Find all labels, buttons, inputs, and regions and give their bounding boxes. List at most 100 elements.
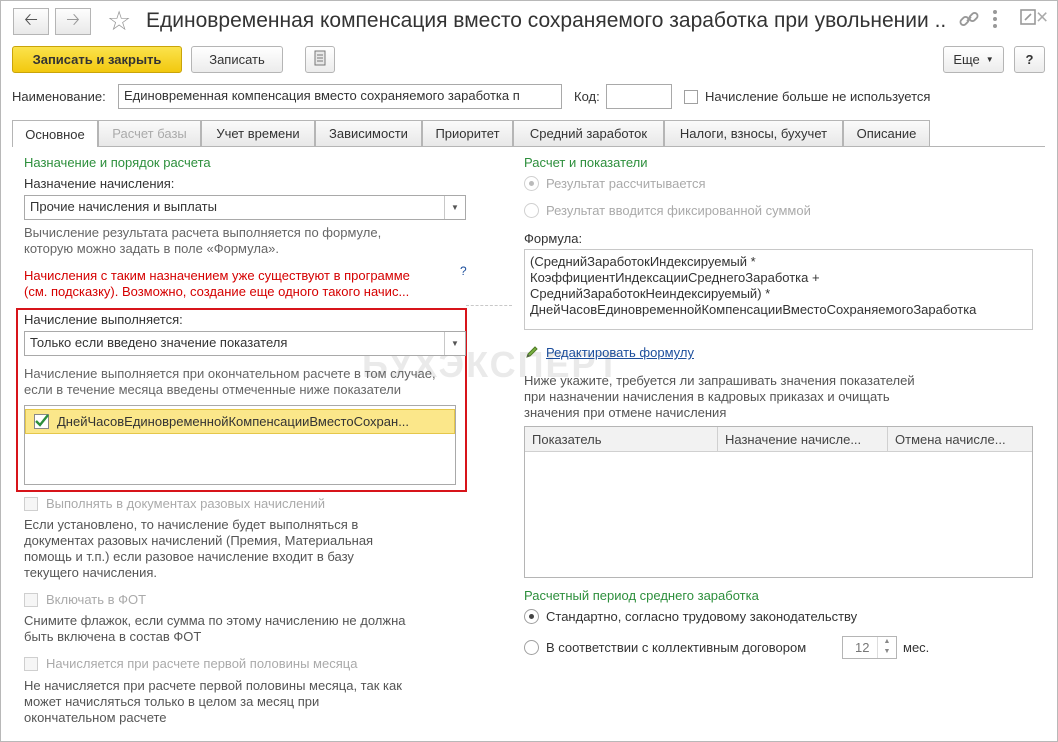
hint-line: значения при отмене начисления xyxy=(524,405,727,420)
one-time-docs-label: Выполнять в документах разовых начислени… xyxy=(46,496,326,511)
hint-line: Если установлено, то начисление будет вы… xyxy=(24,517,359,532)
save-button[interactable]: Записать xyxy=(191,46,283,73)
hint-line: документах разовых начислений (Премия, М… xyxy=(24,533,374,548)
formula-label: Формула: xyxy=(524,231,583,246)
name-label: Наименование: xyxy=(12,89,106,104)
save-and-close-button[interactable]: Записать и закрыть xyxy=(12,46,182,73)
fot-checkbox[interactable] xyxy=(24,593,38,607)
column-header-assign[interactable]: Назначение начисле... xyxy=(718,427,888,451)
purpose-select[interactable]: Прочие начисления и выплаты ▼ xyxy=(24,195,466,220)
tab-average-earnings[interactable]: Средний заработок xyxy=(513,120,664,146)
purpose-hint-line: которую можно задать в поле «Формула». xyxy=(24,241,280,256)
purpose-hint: Вычисление результата расчета выполняетс… xyxy=(24,225,381,257)
result-fixed-radio[interactable] xyxy=(524,203,539,218)
one-time-docs-checkbox[interactable] xyxy=(24,497,38,511)
more-label: Еще xyxy=(953,52,980,67)
result-calculated-radio[interactable] xyxy=(524,176,539,191)
obsolete-label: Начисление больше не используется xyxy=(705,89,931,104)
hint-line: окончательном расчете xyxy=(24,710,167,725)
tab-main[interactable]: Основное xyxy=(12,120,98,147)
months-value: 12 xyxy=(855,640,870,655)
window-title: Единовременная компенсация вместо сохран… xyxy=(146,9,946,32)
hint-line: Ниже укажите, требуется ли запрашивать з… xyxy=(524,373,915,388)
period-collective-radio[interactable] xyxy=(524,640,539,655)
one-time-docs-hint: Если установлено, то начисление будет вы… xyxy=(24,517,373,581)
tab-time-accounting[interactable]: Учет времени xyxy=(201,120,315,146)
period-section-title: Расчетный период среднего заработка xyxy=(524,588,759,603)
period-standard-label: Стандартно, согласно трудовому законодат… xyxy=(546,609,858,624)
code-field[interactable] xyxy=(606,84,672,109)
favorite-star-icon[interactable]: ☆ xyxy=(107,6,131,37)
duplicate-warning: Начисления с таким назначением уже сущес… xyxy=(24,268,410,300)
formula-line: ДнейЧасовЕдиновременнойКомпенсацииВместо… xyxy=(530,302,977,317)
table-header: Показатель Назначение начисле... Отмена … xyxy=(525,427,1032,452)
half-month-checkbox[interactable] xyxy=(24,657,38,671)
fot-hint: Снимите флажок, если сумма по этому начи… xyxy=(24,613,405,645)
result-calculated-label: Результат рассчитывается xyxy=(546,176,706,191)
formula-field[interactable]: (СреднийЗаработокИндексируемый * Коэффиц… xyxy=(524,249,1033,330)
active-tab-gap xyxy=(13,145,97,147)
link-icon[interactable] xyxy=(958,8,980,36)
fot-label: Включать в ФОТ xyxy=(46,592,147,607)
dropdown-arrow-icon[interactable]: ▼ xyxy=(444,196,465,219)
indicator-checkbox[interactable] xyxy=(34,414,49,429)
indicators-hint: Ниже укажите, требуется ли запрашивать з… xyxy=(524,373,915,421)
formula-line: (СреднийЗаработокИндексируемый * xyxy=(530,254,756,269)
tab-taxes[interactable]: Налоги, взносы, бухучет xyxy=(664,120,843,146)
more-button[interactable]: Еще ▼ xyxy=(943,46,1004,73)
formula-line: СреднийЗаработокНеиндексируемый) * xyxy=(530,286,771,301)
hint-line: при назначении начисления в кадровых при… xyxy=(524,389,890,404)
dropdown-arrow-icon[interactable]: ▼ xyxy=(444,332,465,355)
executes-select-value: Только если введено значение показателя xyxy=(30,335,288,350)
help-button[interactable]: ? xyxy=(1014,46,1045,73)
hint-line: быть включена в состав ФОТ xyxy=(24,629,202,644)
formula-line: КоэффициентИндексацииСреднегоЗаработка + xyxy=(530,270,820,285)
half-month-hint: Не начисляется при расчете первой полови… xyxy=(24,678,402,726)
tab-base-calc[interactable]: Расчет базы xyxy=(98,120,201,146)
purpose-section-title: Назначение и порядок расчета xyxy=(24,155,211,170)
document-list-icon xyxy=(314,50,326,69)
executes-label: Начисление выполняется: xyxy=(24,312,183,327)
hint-line: помощь и т.п.) если разовое начисление в… xyxy=(24,549,354,564)
hint-line: может начисляться только в целом за меся… xyxy=(24,694,320,709)
purpose-label: Назначение начисления: xyxy=(24,176,175,191)
half-month-label: Начисляется при расчете первой половины … xyxy=(46,656,358,671)
purpose-hint-line: Вычисление результата расчета выполняетс… xyxy=(24,225,382,240)
code-label: Код: xyxy=(574,89,600,104)
kebab-menu-icon[interactable] xyxy=(990,8,1000,36)
pencil-icon xyxy=(525,345,539,362)
column-header-cancel[interactable]: Отмена начисле... xyxy=(888,427,1032,451)
purpose-select-value: Прочие начисления и выплаты xyxy=(30,199,217,214)
hint-line: Не начисляется при расчете первой полови… xyxy=(24,678,402,693)
divider xyxy=(466,305,512,306)
months-stepper[interactable]: 12 ▲ ▼ xyxy=(842,636,897,659)
executes-hint: Начисление выполняется при окончательном… xyxy=(24,366,436,398)
tab-dependencies[interactable]: Зависимости xyxy=(315,120,422,146)
obsolete-checkbox[interactable] xyxy=(684,90,698,104)
calc-section-title: Расчет и показатели xyxy=(524,155,648,170)
warning-help-icon[interactable]: ? xyxy=(460,264,467,278)
hint-line: текущего начисления. xyxy=(24,565,158,580)
executes-hint-line: Начисление выполняется при окончательном… xyxy=(24,366,436,381)
executes-hint-line: если в течение месяца введены отмеченные… xyxy=(24,382,401,397)
warning-line: (см. подсказку). Возможно, создание еще … xyxy=(24,284,410,299)
chevron-down-icon: ▼ xyxy=(985,55,994,64)
back-button[interactable]: 🡠 xyxy=(13,8,49,35)
close-icon[interactable]: × xyxy=(1036,6,1048,30)
tab-description[interactable]: Описание xyxy=(843,120,930,146)
report-button[interactable] xyxy=(305,46,335,73)
name-field[interactable]: Единовременная компенсация вместо сохран… xyxy=(118,84,562,109)
hint-line: Снимите флажок, если сумма по этому начи… xyxy=(24,613,406,628)
tab-priority[interactable]: Приоритет xyxy=(422,120,513,146)
indicator-row[interactable]: ДнейЧасовЕдиновременнойКомпенсацииВместо… xyxy=(25,409,455,434)
indicator-name: ДнейЧасовЕдиновременнойКомпенсацииВместо… xyxy=(57,414,410,429)
stepper-arrows-icon[interactable]: ▲ ▼ xyxy=(877,637,896,658)
edit-formula-link[interactable]: Редактировать формулу xyxy=(546,345,694,360)
maximize-icon[interactable] xyxy=(1019,8,1037,32)
period-collective-label: В соответствии с коллективным договором xyxy=(546,640,807,655)
forward-button[interactable]: 🡢 xyxy=(55,8,91,35)
arrow-left-icon: 🡠 xyxy=(24,10,38,29)
executes-select[interactable]: Только если введено значение показателя … xyxy=(24,331,466,356)
period-standard-radio[interactable] xyxy=(524,609,539,624)
column-header-indicator[interactable]: Показатель xyxy=(525,427,718,451)
